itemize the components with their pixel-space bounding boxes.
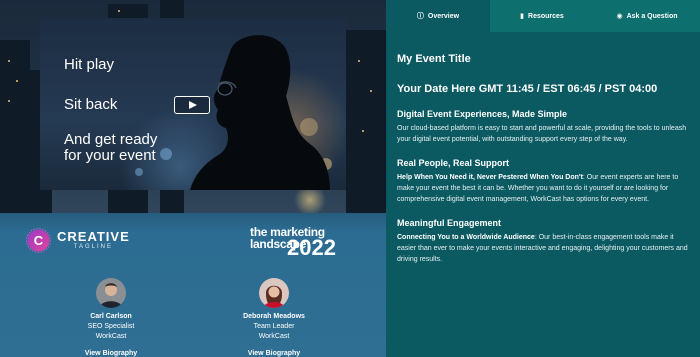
- tab-resources[interactable]: ▮ Resources: [490, 0, 594, 32]
- section-body: Connecting You to a Worldwide Audience: …: [397, 232, 691, 265]
- section-body: Our cloud-based platform is easy to star…: [397, 123, 691, 145]
- creative-logo: C CREATIVE TAGLINE: [26, 228, 130, 253]
- marketing-landscape-logo: the marketing landscape 2022: [250, 226, 336, 259]
- section-heading: Real People, Real Support: [397, 158, 510, 168]
- section-lead: Connecting You to a Worldwide Audience: [397, 234, 535, 241]
- play-icon: [189, 101, 197, 109]
- creative-logo-icon: C: [26, 228, 51, 253]
- avatar: [96, 278, 126, 308]
- play-button[interactable]: [174, 96, 210, 114]
- event-date: Your Date Here GMT 11:45 / EST 06:45 / P…: [397, 83, 658, 95]
- svg-text:C: C: [34, 233, 44, 248]
- speaker-card: Deborah Meadows Team Leader WorkCast Vie…: [214, 278, 334, 357]
- folder-icon: ▮: [520, 13, 525, 20]
- video-headline-for-event: for your event: [64, 147, 156, 164]
- speaker-name: Carl Carlson: [90, 313, 132, 320]
- view-biography-link[interactable]: View Biography: [85, 349, 137, 357]
- info-icon: ⓘ: [416, 13, 424, 20]
- video-player[interactable]: Hit play Sit back And get ready for your…: [40, 18, 346, 190]
- overview-content: My Event Title Your Date Here GMT 11:45 …: [397, 52, 691, 265]
- section-heading: Meaningful Engagement: [397, 218, 502, 228]
- speaker-title: SEO Specialist: [87, 323, 135, 330]
- section-body-text: Our cloud-based platform is easy to star…: [397, 125, 687, 143]
- tab-overview-label: Overview: [427, 12, 460, 20]
- woman-silhouette-image: [190, 35, 330, 190]
- video-headline-sit-back: Sit back: [64, 96, 118, 113]
- section-body: Help When You Need it, Never Pestered Wh…: [397, 172, 691, 205]
- tab-ask-a-question[interactable]: ◉ Ask a Question: [594, 0, 700, 32]
- speaker-name: Deborah Meadows: [243, 313, 305, 320]
- video-headline-hit-play: Hit play: [64, 56, 115, 73]
- section-lead: Help When You Need it, Never Pestered Wh…: [397, 174, 583, 181]
- speaker-company: WorkCast: [95, 333, 127, 340]
- avatar: [259, 278, 289, 308]
- creative-logo-tagline: TAGLINE: [73, 244, 113, 250]
- tab-resources-label: Resources: [528, 12, 564, 20]
- section-heading: Digital Event Experiences, Made Simple: [397, 109, 568, 119]
- view-biography-link[interactable]: View Biography: [248, 349, 300, 357]
- event-title: My Event Title: [397, 53, 471, 65]
- chat-icon: ◉: [616, 13, 623, 20]
- speaker-card: Carl Carlson SEO Specialist WorkCast Vie…: [51, 278, 171, 357]
- tab-overview[interactable]: ⓘ Overview: [386, 0, 490, 32]
- speaker-title: Team Leader: [253, 323, 295, 330]
- tab-bar: ⓘ Overview ▮ Resources ◉ Ask a Question: [386, 0, 700, 32]
- speaker-company: WorkCast: [258, 333, 290, 340]
- landscape-logo-year: 2022: [287, 235, 336, 260]
- left-panel: Hit play Sit back And get ready for your…: [0, 0, 386, 357]
- tab-ask-a-question-label: Ask a Question: [626, 12, 678, 20]
- creative-logo-name: CREATIVE: [57, 229, 130, 244]
- event-info-panel: ⓘ Overview ▮ Resources ◉ Ask a Question …: [386, 0, 700, 357]
